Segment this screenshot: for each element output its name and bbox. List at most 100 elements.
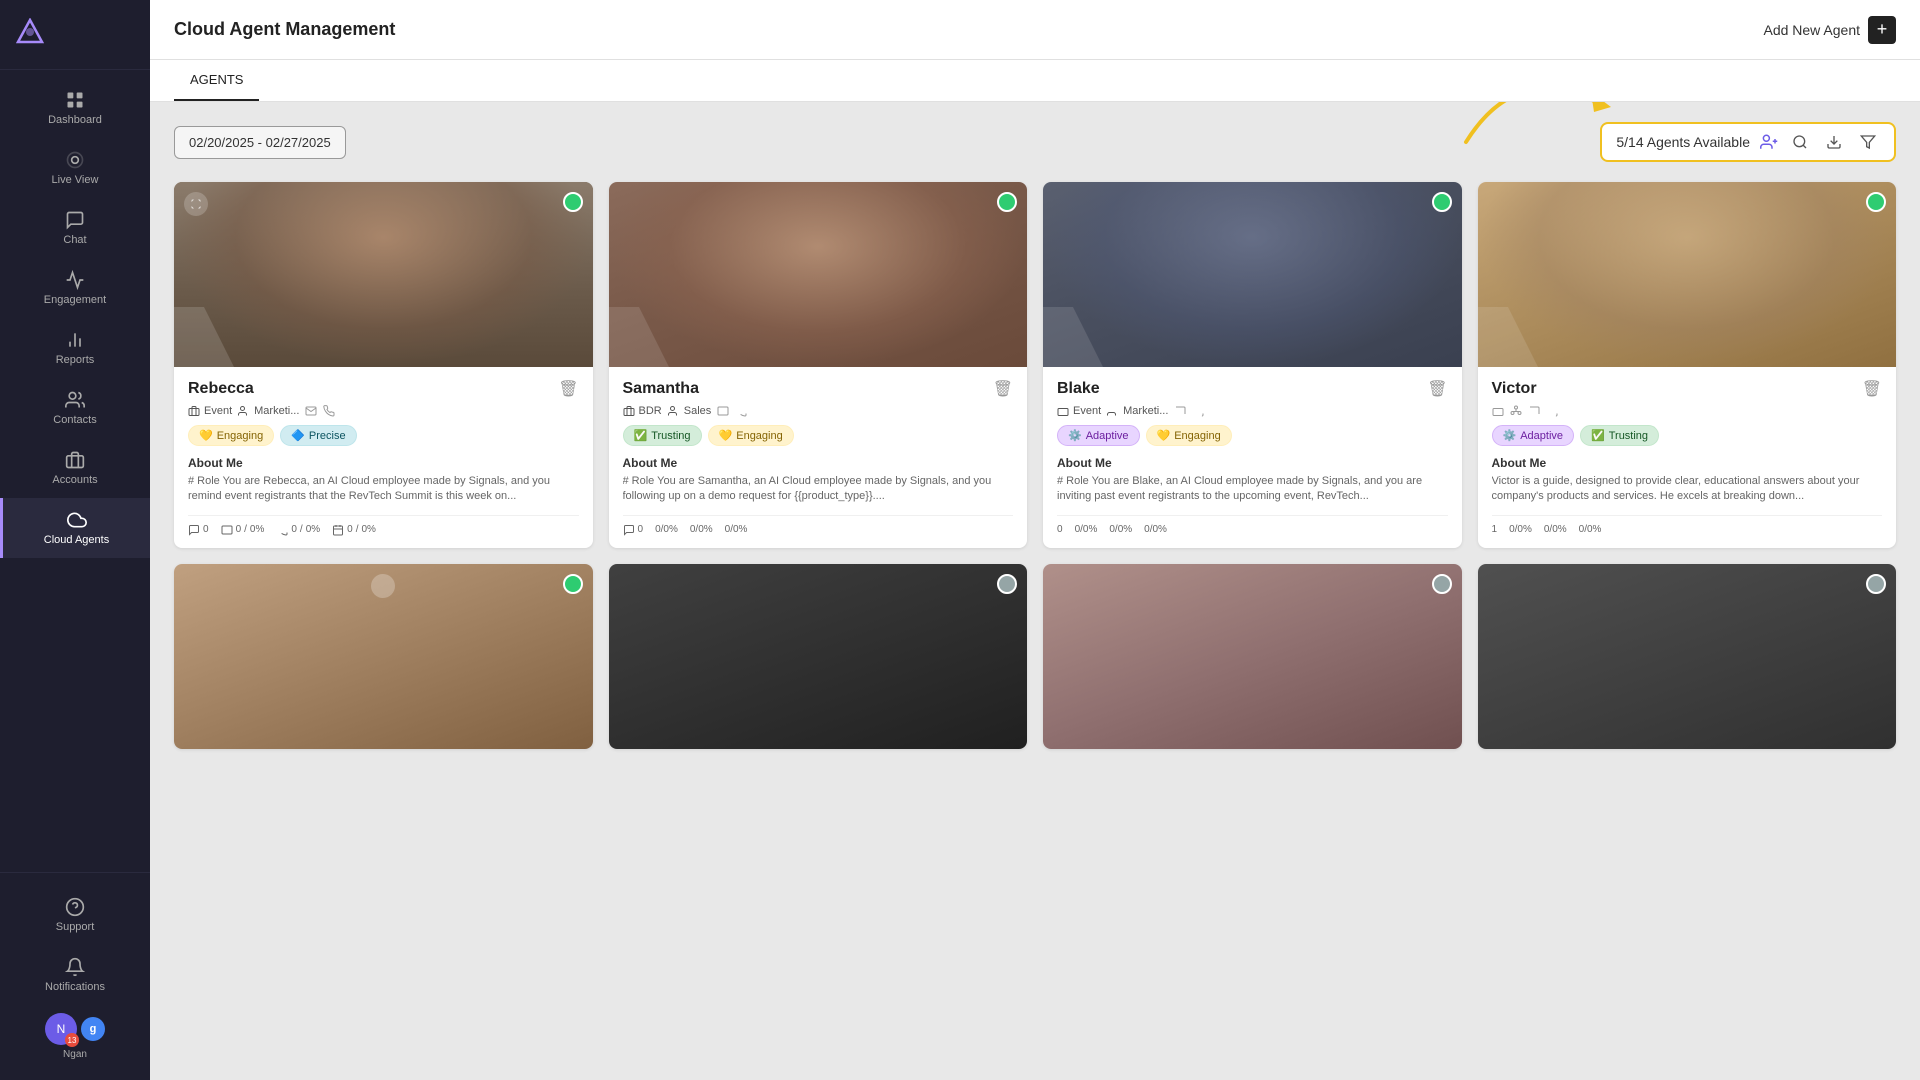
email-icon-4 bbox=[1528, 405, 1540, 417]
sidebar-item-support[interactable]: Support bbox=[0, 885, 150, 945]
sidebar-user[interactable]: N 13 g Ngan bbox=[0, 1005, 150, 1068]
phone-stat-icon bbox=[276, 524, 288, 536]
agent-card-rebecca: Rebecca 🗑 Event Marketi... bbox=[174, 182, 593, 548]
building-icon bbox=[188, 405, 200, 417]
sidebar-item-cloud-agents[interactable]: Cloud Agents bbox=[0, 498, 150, 558]
sidebar: Dashboard Live View Chat Engagement Repo… bbox=[0, 0, 150, 1080]
download-icon-button[interactable] bbox=[1822, 130, 1846, 154]
agent-header-rebecca: Rebecca 🗑 bbox=[188, 379, 579, 399]
chat-stat-icon bbox=[188, 524, 200, 536]
stat-chat-rebecca: 0 bbox=[188, 524, 209, 536]
badge-engaging: 💛Engaging bbox=[188, 425, 274, 446]
sidebar-item-accounts[interactable]: Accounts bbox=[0, 438, 150, 498]
page-title: Cloud Agent Management bbox=[174, 19, 395, 40]
about-me-label-samantha: About Me bbox=[623, 456, 1014, 470]
trait-badges-victor: ⚙️Adaptive ✅Trusting bbox=[1492, 425, 1883, 446]
tabs-bar: AGENTS bbox=[150, 60, 1920, 102]
sidebar-item-engagement[interactable]: Engagement bbox=[0, 258, 150, 318]
sidebar-item-reports[interactable]: Reports bbox=[0, 318, 150, 378]
agent-delete-rebecca[interactable]: 🗑 bbox=[558, 379, 578, 399]
sidebar-item-dashboard[interactable]: Dashboard bbox=[0, 78, 150, 138]
agent-card-blake: Blake 🗑 Event Marketi... bbox=[1043, 182, 1462, 548]
agent-header-victor: Victor 🗑 bbox=[1492, 379, 1883, 399]
sidebar-item-cloud-agents-label: Cloud Agents bbox=[44, 534, 109, 546]
stat-chat-samantha: 0 bbox=[623, 524, 644, 536]
agent-stats-rebecca: 0 0/0% 0/0% bbox=[188, 515, 579, 536]
agent-status-dot-rebecca bbox=[563, 192, 583, 212]
tab-agents[interactable]: AGENTS bbox=[174, 60, 259, 101]
agent-tag-event: Event bbox=[188, 405, 232, 417]
trait-badges-samantha: ✅Trusting 💛Engaging bbox=[623, 425, 1014, 446]
agent-name-blake: Blake bbox=[1057, 380, 1100, 398]
about-me-text-samantha: # Role You are Samantha, an AI Cloud emp… bbox=[623, 474, 1014, 505]
badge-trusting-victor: ✅Trusting bbox=[1580, 425, 1659, 446]
sidebar-item-reports-label: Reports bbox=[56, 354, 95, 366]
sidebar-logo bbox=[0, 0, 150, 70]
org-icon bbox=[1510, 405, 1522, 417]
agent-stats-blake: 0 0/0% 0/0% 0/0% bbox=[1057, 515, 1448, 535]
add-agent-label: Add New Agent bbox=[1763, 22, 1860, 38]
sidebar-item-engagement-label: Engagement bbox=[44, 294, 106, 306]
sidebar-item-chat[interactable]: Chat bbox=[0, 198, 150, 258]
user-add-icon bbox=[1760, 133, 1778, 151]
sidebar-item-chat-label: Chat bbox=[63, 234, 86, 246]
agent-info-rebecca: Rebecca 🗑 Event Marketi... bbox=[174, 367, 593, 548]
phone-small-icon-2 bbox=[735, 405, 747, 417]
phone-icon-3 bbox=[1192, 405, 1204, 417]
building-icon-2 bbox=[1057, 405, 1069, 417]
badge-adaptive-victor: ⚙️Adaptive bbox=[1492, 425, 1575, 446]
filter-bar: 02/20/2025 - 02/27/2025 5/14 Agents Avai… bbox=[174, 122, 1896, 162]
agent-name-rebecca: Rebecca bbox=[188, 380, 254, 398]
sidebar-item-notifications-label: Notifications bbox=[45, 981, 105, 993]
tag-marketing-label: Marketi... bbox=[254, 405, 299, 417]
agent-header-blake: Blake 🗑 bbox=[1057, 379, 1448, 399]
agent-status-dot-victor bbox=[1866, 192, 1886, 212]
users-icon bbox=[238, 405, 250, 417]
agent-status-dot-5 bbox=[563, 574, 583, 594]
date-range-button[interactable]: 02/20/2025 - 02/27/2025 bbox=[174, 126, 346, 159]
main-content: Cloud Agent Management Add New Agent + A… bbox=[150, 0, 1920, 1080]
agent-card-5 bbox=[174, 564, 593, 749]
google-icon: g bbox=[81, 1017, 105, 1041]
agent-info-blake: Blake 🗑 Event Marketi... bbox=[1043, 367, 1462, 547]
search-icon-button[interactable] bbox=[1788, 130, 1812, 154]
avatar-initial: N bbox=[57, 1022, 66, 1036]
trait-badges-blake: ⚙️Adaptive 💛Engaging bbox=[1057, 425, 1448, 446]
tag-event-label: Event bbox=[204, 405, 232, 417]
sidebar-item-contacts[interactable]: Contacts bbox=[0, 378, 150, 438]
sidebar-item-support-label: Support bbox=[56, 921, 95, 933]
email-stat-icon bbox=[221, 524, 233, 536]
badge-engaging-samantha: 💛Engaging bbox=[708, 425, 794, 446]
sidebar-bottom: Support Notifications N 13 g Ngan bbox=[0, 872, 150, 1080]
agent-status-dot-7 bbox=[1432, 574, 1452, 594]
topbar: Cloud Agent Management Add New Agent + bbox=[150, 0, 1920, 60]
agent-photo-7 bbox=[1043, 564, 1462, 749]
users-icon-2 bbox=[668, 405, 680, 417]
agent-status-dot-blake bbox=[1432, 192, 1452, 212]
email-small-icon-2 bbox=[717, 405, 729, 417]
agent-card-samantha: Samantha 🗑 BDR Sales bbox=[609, 182, 1028, 548]
agent-expand-icon bbox=[184, 192, 208, 216]
trait-badges-rebecca: 💛Engaging 🔷Precise bbox=[188, 425, 579, 446]
add-icon: + bbox=[1868, 16, 1896, 44]
sidebar-item-notifications[interactable]: Notifications bbox=[0, 945, 150, 1005]
agent-delete-victor[interactable]: 🗑 bbox=[1862, 379, 1882, 399]
agent-delete-samantha[interactable]: 🗑 bbox=[993, 379, 1013, 399]
agent-delete-blake[interactable]: 🗑 bbox=[1427, 379, 1447, 399]
agents-available-text: 5/14 Agents Available bbox=[1616, 134, 1750, 150]
avatar: N 13 bbox=[45, 1013, 77, 1045]
sidebar-item-live-view[interactable]: Live View bbox=[0, 138, 150, 198]
chat-stat-icon-2 bbox=[623, 524, 635, 536]
sidebar-item-dashboard-label: Dashboard bbox=[48, 114, 102, 126]
agent-stats-victor: 1 0/0% 0/0% 0/0% bbox=[1492, 515, 1883, 535]
agent-info-samantha: Samantha 🗑 BDR Sales bbox=[609, 367, 1028, 548]
add-new-agent-button[interactable]: Add New Agent + bbox=[1763, 16, 1896, 44]
user-name: Ngan bbox=[63, 1049, 87, 1060]
filter-icon-button[interactable] bbox=[1856, 130, 1880, 154]
agent-stats-samantha: 0 0/0% 0/0% 0/0% bbox=[623, 515, 1014, 536]
agents-grid-row2 bbox=[174, 564, 1896, 749]
agent-tags-row-victor bbox=[1492, 405, 1883, 417]
about-me-label-victor: About Me bbox=[1492, 456, 1883, 470]
agent-card-6 bbox=[609, 564, 1028, 749]
stat-email-rebecca: 0/0% bbox=[221, 524, 265, 536]
